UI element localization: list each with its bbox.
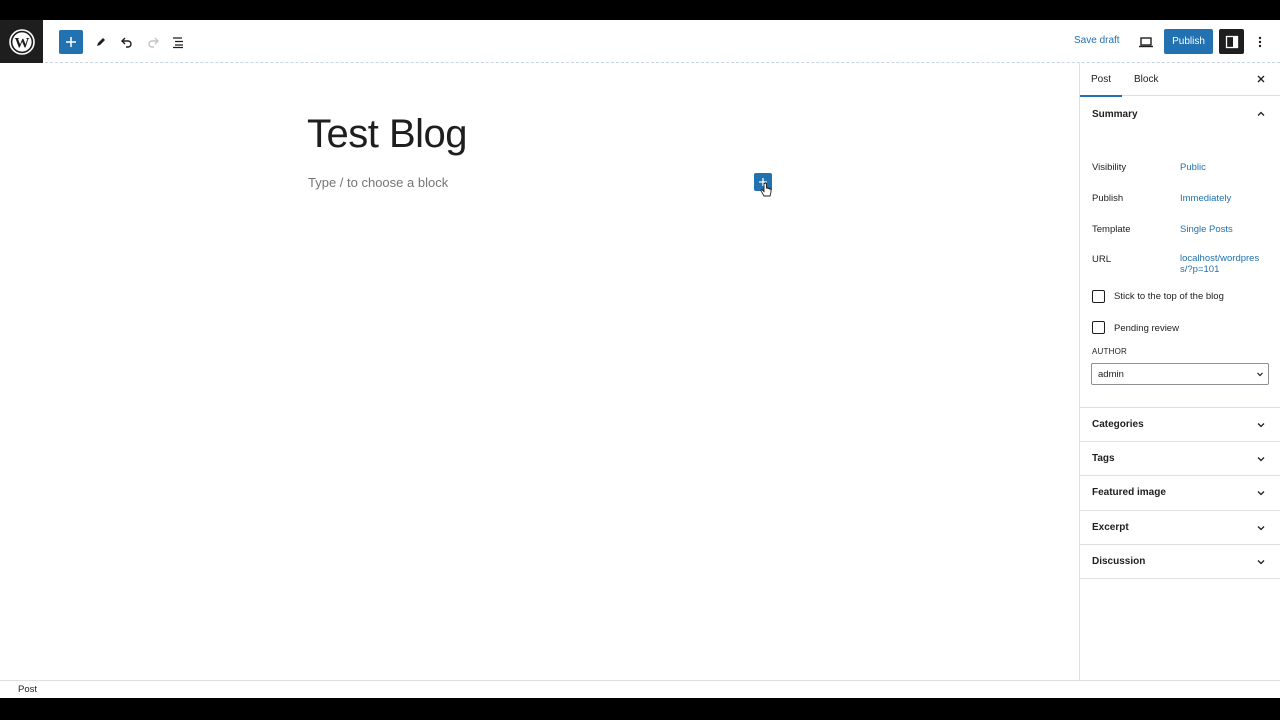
tools-button[interactable] (89, 30, 113, 54)
editor-app: W Save draft Publish Test Blog Type / to… (0, 20, 1280, 698)
publish-label: Publish (1092, 193, 1124, 204)
url-value[interactable]: localhost/wordpress/?p=101 (1180, 253, 1262, 275)
author-select[interactable]: admin (1091, 363, 1269, 385)
list-view-icon (173, 37, 183, 49)
publish-date-value[interactable]: Immediately (1180, 193, 1231, 204)
excerpt-panel-toggle[interactable]: Excerpt (1080, 510, 1280, 544)
plus-icon (66, 37, 76, 47)
visibility-label: Visibility (1092, 162, 1127, 173)
undo-button[interactable] (115, 30, 139, 54)
sticky-checkbox[interactable] (1092, 290, 1105, 303)
chevron-down-icon (1257, 491, 1265, 496)
chevron-down-icon (1257, 372, 1263, 377)
template-label: Template (1092, 224, 1131, 235)
svg-text:W: W (14, 35, 29, 51)
visibility-value[interactable]: Public (1180, 162, 1206, 173)
settings-toggle-button[interactable] (1219, 29, 1244, 54)
sidebar-tabs: Post Block (1079, 63, 1280, 97)
add-block-button[interactable] (59, 30, 83, 54)
template-value[interactable]: Single Posts (1180, 224, 1233, 235)
chevron-down-icon (1257, 457, 1265, 462)
chevron-down-icon (1257, 423, 1265, 428)
close-sidebar-button[interactable] (1254, 72, 1268, 86)
pending-review-label: Pending review (1114, 323, 1179, 334)
block-placeholder[interactable]: Type / to choose a block (308, 175, 448, 190)
list-view-button[interactable] (166, 30, 190, 54)
close-icon (1257, 75, 1265, 83)
categories-title: Categories (1092, 419, 1144, 430)
discussion-panel-toggle[interactable]: Discussion (1080, 544, 1280, 578)
wordpress-logo-icon[interactable]: W (0, 20, 43, 63)
block-breadcrumb-bar: Post (0, 680, 1280, 698)
featured-image-title: Featured image (1092, 487, 1166, 498)
categories-panel-toggle[interactable]: Categories (1080, 407, 1280, 441)
chevron-down-icon (1257, 560, 1265, 565)
preview-button[interactable] (1134, 30, 1158, 54)
url-label: URL (1092, 254, 1112, 265)
pending-review-checkbox[interactable] (1092, 321, 1105, 334)
breadcrumb-post[interactable]: Post (18, 684, 37, 695)
editor-canvas[interactable]: Test Blog Type / to choose a block (0, 63, 1079, 680)
settings-sidebar-icon (1225, 35, 1238, 48)
tab-block[interactable]: Block (1134, 74, 1158, 85)
save-draft-button[interactable]: Save draft (1074, 35, 1120, 46)
chevron-up-icon (1257, 111, 1265, 116)
discussion-title: Discussion (1092, 556, 1146, 567)
sticky-checkbox-label: Stick to the top of the blog (1114, 291, 1224, 302)
author-select-value: admin (1098, 369, 1124, 380)
redo-button[interactable] (141, 30, 165, 54)
options-button[interactable] (1248, 30, 1272, 54)
excerpt-title: Excerpt (1092, 522, 1129, 533)
summary-title: Summary (1092, 109, 1138, 120)
pencil-icon (97, 38, 105, 46)
tags-title: Tags (1092, 453, 1115, 464)
author-label: AUTHOR (1092, 347, 1127, 356)
preview-icon (1139, 37, 1153, 48)
post-title[interactable]: Test Blog (307, 112, 468, 157)
chevron-down-icon (1257, 526, 1265, 531)
more-vertical-icon (1258, 36, 1262, 48)
panel-divider (1080, 578, 1280, 579)
featured-image-panel-toggle[interactable]: Featured image (1080, 475, 1280, 509)
settings-sidebar: Post Block Summary Visibility Public Pub… (1079, 63, 1280, 680)
tags-panel-toggle[interactable]: Tags (1080, 441, 1280, 475)
publish-button[interactable]: Publish (1164, 29, 1213, 54)
summary-panel-toggle[interactable]: Summary (1080, 96, 1280, 130)
redo-icon (148, 37, 159, 48)
top-toolbar: W Save draft Publish (0, 20, 1280, 63)
pointer-cursor-icon (760, 182, 772, 197)
undo-icon (121, 37, 132, 48)
tab-post[interactable]: Post (1079, 74, 1123, 97)
